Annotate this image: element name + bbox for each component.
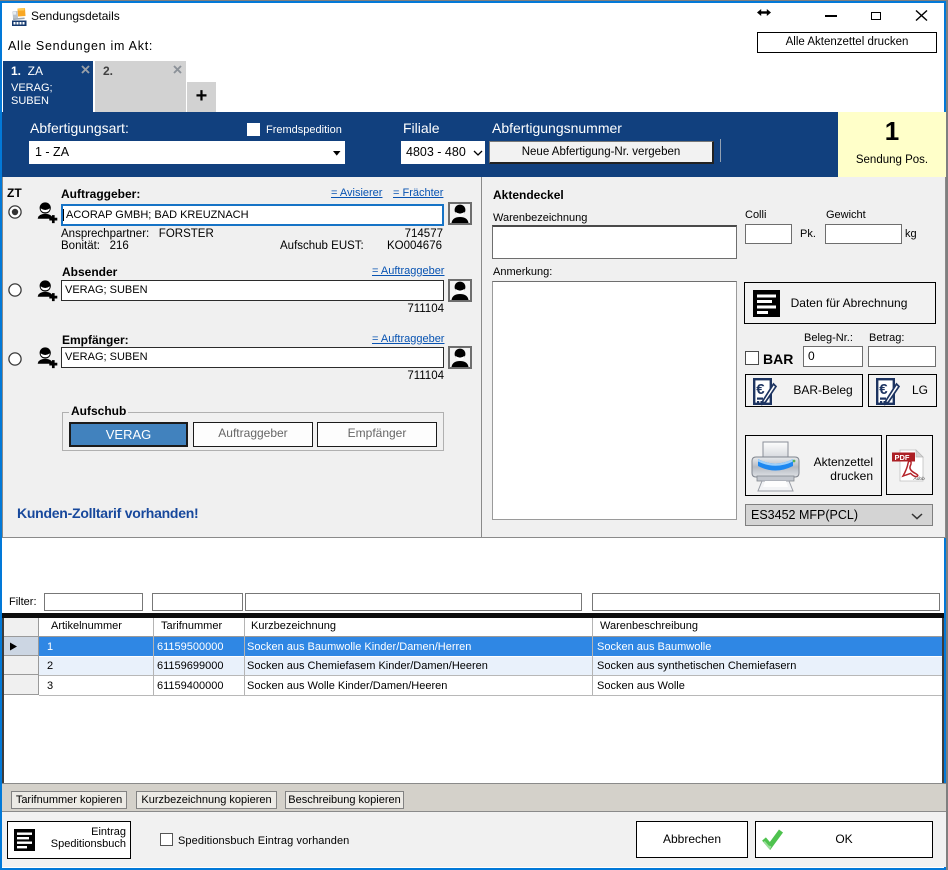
svg-text:€: € xyxy=(756,381,765,398)
svg-text:Adobe: Adobe xyxy=(913,476,926,482)
svg-text:PDF: PDF xyxy=(895,453,910,462)
svg-text:€: € xyxy=(879,381,888,398)
